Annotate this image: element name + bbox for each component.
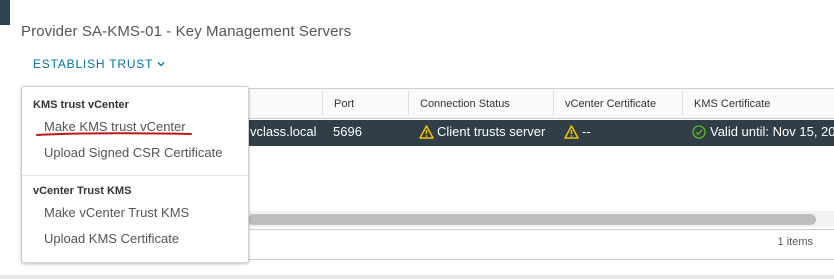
menu-item-upload-kms-certificate[interactable]: Upload KMS Certificate [44, 231, 179, 246]
column-header-kms-certificate[interactable]: KMS Certificate [682, 91, 770, 115]
menu-item-upload-signed-csr[interactable]: Upload Signed CSR Certificate [44, 145, 222, 160]
scrollbar-thumb[interactable] [248, 214, 816, 225]
menu-section-kms-trust-vcenter: KMS trust vCenter [33, 99, 129, 111]
establish-trust-button[interactable]: ESTABLISH TRUST [33, 57, 165, 71]
warning-icon [564, 125, 579, 139]
cell-port: 5696 [333, 124, 362, 139]
column-header-vcenter-certificate[interactable]: vCenter Certificate [553, 91, 656, 115]
cell-connection-status: Client trusts server [419, 120, 545, 146]
connection-status-text: Client trusts server [437, 124, 546, 139]
vcenter-certificate-text: -- [582, 124, 591, 139]
menu-divider [22, 175, 248, 176]
warning-icon [419, 125, 434, 139]
chevron-down-icon [157, 62, 165, 67]
cell-vcenter-certificate: -- [564, 120, 591, 146]
cell-kms-certificate: Valid until: Nov 15, 20 [692, 120, 834, 146]
sidebar-edge [0, 0, 10, 25]
establish-trust-label: ESTABLISH TRUST [33, 57, 154, 71]
cell-address: vclass.local [250, 124, 317, 139]
column-header-port[interactable]: Port [322, 91, 354, 115]
page-title: Provider SA-KMS-01 - Key Management Serv… [21, 23, 352, 40]
bottom-divider [0, 275, 834, 279]
check-circle-icon [692, 125, 706, 139]
item-count: 1 items [777, 236, 813, 248]
column-header-connection-status[interactable]: Connection Status [408, 91, 510, 115]
menu-item-make-vcenter-trust-kms[interactable]: Make vCenter Trust KMS [44, 205, 189, 220]
red-underline-annotation [36, 132, 192, 136]
establish-trust-menu: KMS trust vCenter Make KMS trust vCenter… [21, 86, 249, 263]
kms-certificate-text: Valid until: Nov 15, 20 [710, 124, 834, 139]
menu-section-vcenter-trust-kms: vCenter Trust KMS [33, 185, 132, 197]
